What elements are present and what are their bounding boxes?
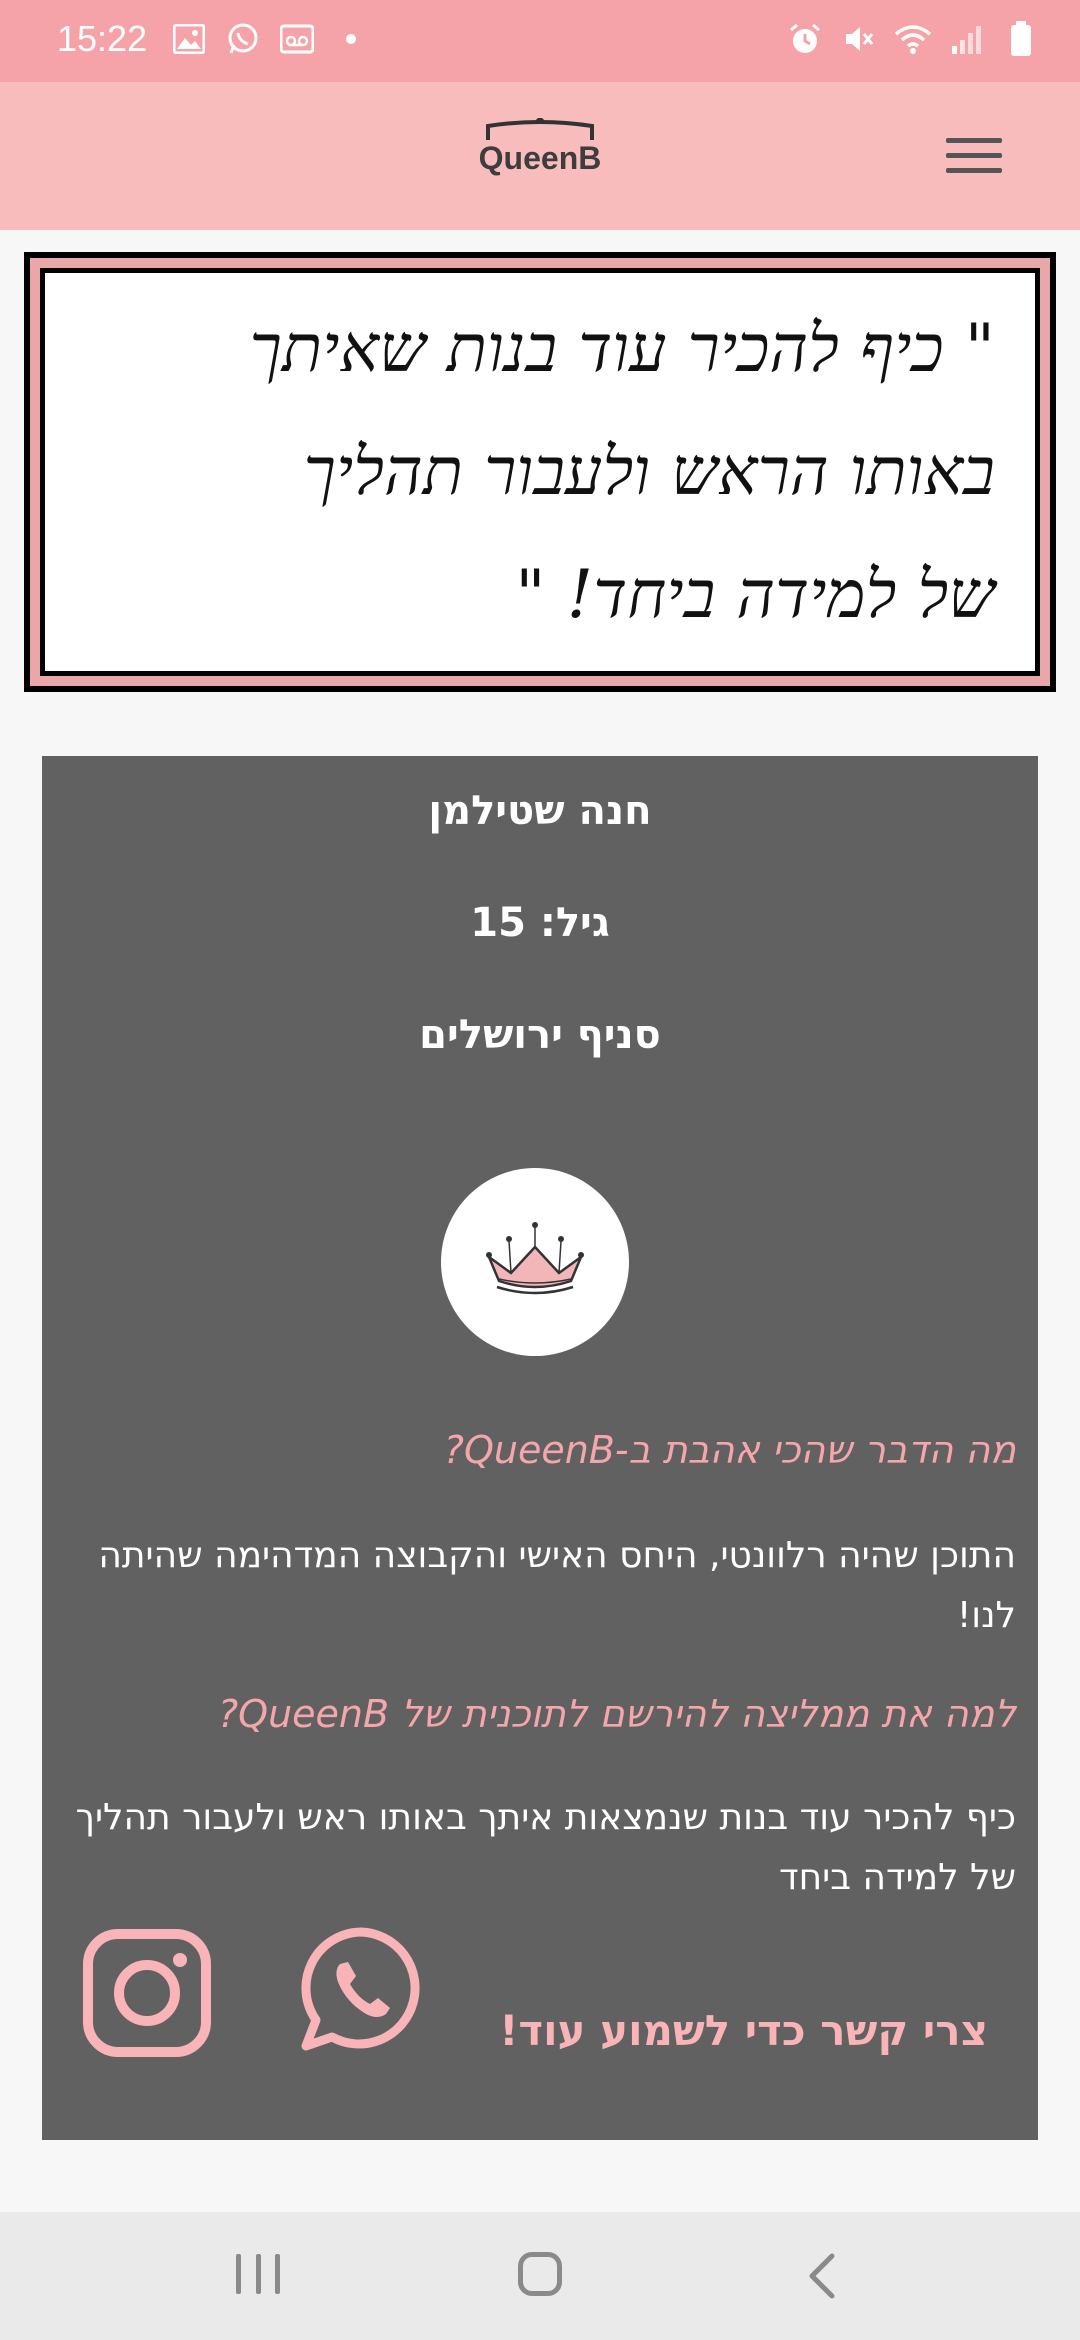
signal-icon: [948, 20, 986, 58]
recent-apps-icon: [236, 2254, 241, 2294]
answer-recommend: כיף להכיר עוד בנות שנמצאות איתך באותו רא…: [75, 1797, 1016, 1898]
back-icon: [809, 2253, 835, 2299]
answer-favorite: התוכן שהיה רלוונטי, היחס האישי והקבוצה ה…: [98, 1535, 1016, 1636]
question-recommend: למה את ממליצה להירשם לתוכנית של QueenB?: [218, 1692, 1016, 1736]
status-notification-icons: [170, 20, 370, 58]
home-button[interactable]: [518, 2252, 562, 2296]
testimonial-card: חנה שטילמן גיל: 15 סניף ירושלים מה הדבר …: [42, 756, 1038, 2140]
quote-line: של למידה ביחד! ": [515, 556, 995, 634]
back-button[interactable]: [804, 2252, 840, 2300]
question-favorite: מה הדבר שהכי אהבת ב-QueenB?: [443, 1428, 1016, 1472]
logo-text: QueenB: [478, 140, 602, 176]
hamburger-icon: [946, 138, 1002, 143]
wifi-icon: [894, 20, 932, 58]
voicemail-icon: [278, 20, 316, 58]
status-time: 15:22: [57, 18, 148, 59]
instagram-button[interactable]: [82, 1928, 212, 2058]
alarm-icon: [786, 20, 824, 58]
whatsapp-icon: [301, 1927, 420, 2051]
profile-name: חנה שטילמן: [428, 788, 652, 834]
app-header: QueenB: [0, 82, 1080, 230]
status-system-icons: [786, 20, 1040, 58]
quote-banner: " כיף להכיר עוד בנות שאיתך באותו הראש ול…: [24, 252, 1056, 692]
quote-card: " כיף להכיר עוד בנות שאיתך באותו הראש ול…: [40, 268, 1040, 676]
profile-age: גיל: 15: [470, 900, 610, 946]
quote-line: באותו הראש ולעבור תהליך: [303, 433, 995, 511]
logo-crown-arc-icon: [486, 118, 594, 140]
recent-apps-button[interactable]: [236, 2254, 280, 2294]
dot-icon: [332, 20, 370, 58]
whatsapp-icon: [224, 20, 262, 58]
hamburger-menu-button[interactable]: [946, 138, 1002, 182]
quote-line: " כיף להכיר עוד בנות שאיתך: [249, 309, 995, 387]
instagram-icon: [83, 1929, 211, 2057]
whatsapp-button[interactable]: [294, 1922, 428, 2056]
system-nav-bar: [0, 2212, 1080, 2340]
avatar: [441, 1168, 629, 1356]
crown-icon: [486, 1222, 584, 1295]
status-bar: 15:22: [0, 0, 1080, 82]
contact-text: צרי קשר כדי לשמוע עוד!: [499, 2006, 988, 2055]
gallery-icon: [170, 20, 208, 58]
queenb-logo[interactable]: QueenB: [470, 118, 610, 198]
mute-icon: [840, 20, 878, 58]
battery-icon: [1002, 20, 1040, 58]
profile-branch: סניף ירושלים: [419, 1012, 661, 1058]
